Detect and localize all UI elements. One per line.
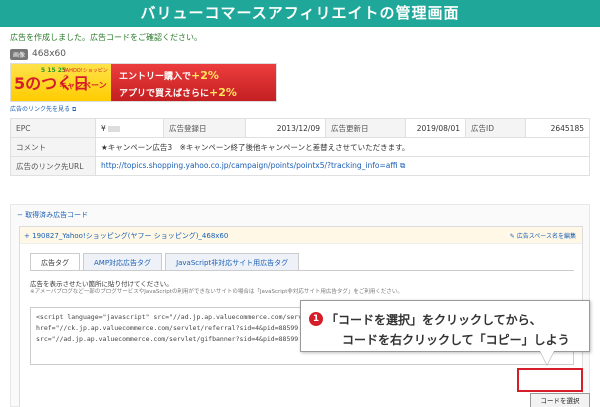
tab-ad-tag[interactable]: 広告タグ	[30, 253, 80, 270]
callout-line-2: コードを右クリックして「コピー」しよう	[342, 333, 570, 347]
update-date-value: 2019/08/01	[405, 118, 466, 138]
page-header: バリューコマースアフィリエイトの管理画面	[0, 0, 600, 27]
banner-line-2-text: アプリで買えばさらに	[119, 89, 210, 99]
reg-date-label: 広告登録日	[163, 118, 246, 138]
ad-space-name[interactable]: + 190827_Yahoo!ショッピング(ヤフー ショッピング)_468x60	[24, 231, 228, 241]
banner-yahoo-logo: YAHOO!ショッピング	[63, 68, 108, 81]
tab-amp-tag[interactable]: AMP対応広告タグ	[83, 253, 163, 270]
epc-value: ¥	[95, 118, 164, 138]
instruction-callout: 1 「コードを選択」をクリックしてから、 コードを右クリックして「コピー」しよう	[300, 300, 590, 352]
ad-info-table: EPC ¥ 広告登録日 2013/12/09 広告更新日 2019/08/01 …	[10, 118, 590, 176]
button-highlight	[517, 368, 583, 392]
edit-space-name-text: 広告スペース名を編集	[516, 233, 576, 240]
tab-nojs-tag[interactable]: JavaScript非対応サイト用広告タグ	[165, 253, 300, 270]
url-link[interactable]: http://topics.shopping.yahoo.co.jp/campa…	[101, 161, 398, 170]
comment-label: コメント	[10, 137, 96, 157]
table-row: EPC ¥ 広告登録日 2013/12/09 広告更新日 2019/08/01 …	[10, 118, 590, 138]
banner-line-1-pct: +2%	[191, 69, 219, 82]
external-link-icon: ⧉	[71, 106, 77, 113]
check-link[interactable]: 広告のリンク先を見る ⧉	[10, 104, 76, 114]
ad-size: 468x60	[32, 49, 66, 59]
banner-campaign-text: キャンペーン	[59, 81, 107, 90]
reg-date-value: 2013/12/09	[245, 118, 326, 138]
table-row: コメント ★キャンペーン広告3 ※キャンペーン終了後他キャンペーンと差替えさせて…	[10, 137, 590, 157]
select-code-button[interactable]: コードを選択	[530, 393, 590, 407]
external-link-icon: ⧉	[400, 161, 406, 170]
plus-icon: +	[24, 232, 30, 240]
callout-pointer	[540, 351, 554, 365]
paste-note: ※アメーバブログなど一部のブログサービスやJavaScriptの利用ができないサ…	[30, 289, 403, 295]
check-link-label: 広告のリンク先を見る	[10, 106, 71, 113]
minus-icon: −	[17, 211, 23, 219]
blurred-value	[108, 125, 121, 132]
table-row: 広告のリンク先URL http://topics.shopping.yahoo.…	[10, 156, 590, 176]
url-label: 広告のリンク先URL	[10, 156, 96, 176]
banner-line-2-pct: +2%	[209, 86, 237, 99]
tab-divider	[30, 270, 574, 271]
acquired-code-title: 取得済み広告コード	[25, 211, 89, 219]
step-number: 1	[309, 312, 323, 326]
edit-space-name-link[interactable]: ✎ 広告スペース名を編集	[510, 231, 576, 240]
code-tabs: 広告タグ AMP対応広告タグ JavaScript非対応サイト用広告タグ	[30, 253, 300, 270]
success-message: 広告を作成しました。広告コードをご確認ください。	[10, 33, 202, 42]
banner-line-1: エントリー購入で+2%	[119, 68, 268, 85]
epc-label: EPC	[10, 118, 96, 138]
ad-type-row: 画像 468x60	[10, 48, 66, 60]
acquired-code-toggle[interactable]: − 取得済み広告コード	[17, 210, 88, 220]
banner-line-2: アプリで買えばさらに+2%	[119, 85, 268, 102]
banner-preview: 5のつく日 5 15 25 YAHOO!ショッピング キャンペーン エントリー購…	[10, 63, 277, 102]
ad-id-label: 広告ID	[465, 118, 526, 138]
callout-line-1: 「コードを選択」をクリックしてから、	[326, 313, 542, 327]
update-date-label: 広告更新日	[325, 118, 406, 138]
banner-right-panel: エントリー購入で+2% アプリで買えばさらに+2%	[111, 64, 276, 101]
comment-value: ★キャンペーン広告3 ※キャンペーン終了後他キャンペーンと差替えさせていただきま…	[95, 137, 590, 157]
panel-header: + 190827_Yahoo!ショッピング(ヤフー ショッピング)_468x60…	[20, 227, 582, 244]
ad-id-value: 2645185	[525, 118, 590, 138]
ad-space-name-text: 190827_Yahoo!ショッピング(ヤフー ショッピング)_468x60	[32, 232, 229, 240]
url-cell: http://topics.shopping.yahoo.co.jp/campa…	[95, 156, 590, 176]
banner-line-1-text: エントリー購入で	[119, 72, 192, 82]
pencil-icon: ✎	[509, 233, 515, 240]
banner-left-panel: 5のつく日 5 15 25 YAHOO!ショッピング キャンペーン	[11, 64, 111, 101]
epc-value-text: ¥	[101, 123, 109, 133]
image-badge: 画像	[10, 48, 29, 60]
